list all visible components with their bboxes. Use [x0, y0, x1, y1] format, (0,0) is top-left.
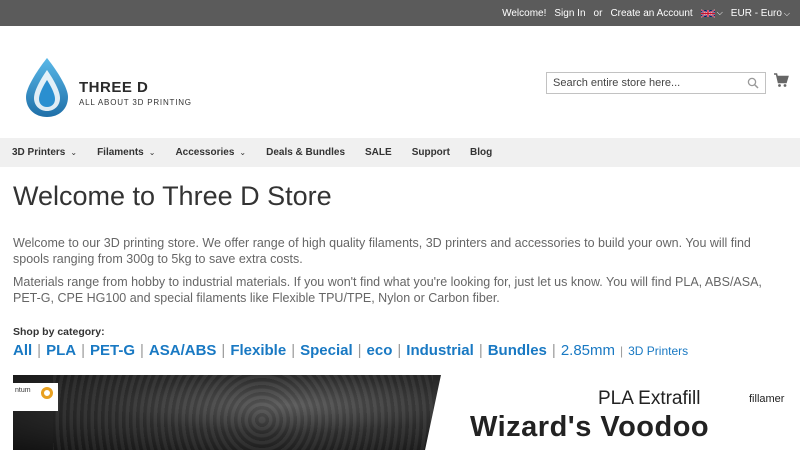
store-logo[interactable]: THREE D ALL ABOUT 3D PRINTING	[24, 56, 224, 126]
currency-label: EUR - Euro	[730, 7, 782, 19]
top-bar: Welcome! Sign In or Create an Account ⌵ …	[0, 0, 800, 26]
separator: |	[221, 342, 226, 359]
ring-icon	[41, 387, 53, 399]
category-link-eco[interactable]: eco	[367, 342, 393, 359]
category-link-all[interactable]: All	[13, 342, 32, 359]
search-icon[interactable]	[747, 77, 759, 89]
category-link-special[interactable]: Special	[300, 342, 353, 359]
nav-label: SALE	[365, 147, 392, 158]
banner-corner-logo: ntum	[13, 383, 58, 411]
cart-icon[interactable]	[773, 72, 789, 88]
brand-tagline: ALL ABOUT 3D PRINTING	[79, 98, 192, 107]
separator: |	[140, 342, 144, 359]
nav-item-filaments[interactable]: Filaments ⌄	[97, 147, 155, 158]
create-account-link[interactable]: Create an Account	[610, 8, 692, 19]
banner-corner-text: ntum	[15, 387, 31, 394]
or-text: or	[593, 7, 603, 19]
drop-logo-icon	[26, 58, 68, 117]
nav-item-3d-printers[interactable]: 3D Printers ⌄	[12, 147, 77, 158]
search-box	[546, 72, 766, 94]
chevron-down-icon: ⌵	[783, 8, 790, 18]
shop-by-category-label: Shop by category:	[13, 326, 105, 338]
category-link-bundles[interactable]: Bundles	[488, 342, 547, 359]
promo-banner[interactable]: ntum PLA Extrafill Wizard's Voodoo filla…	[13, 375, 800, 450]
nav-label: Blog	[470, 147, 493, 158]
nav-label: Support	[411, 147, 451, 158]
banner-brand: fillamer	[749, 393, 785, 405]
separator: |	[478, 342, 483, 359]
separator: |	[620, 344, 624, 358]
chevron-down-icon: ⌵	[716, 8, 723, 17]
currency-switcher[interactable]: EUR - Euro ⌵	[731, 8, 790, 19]
nav-item-blog[interactable]: Blog	[470, 147, 492, 158]
separator: |	[37, 342, 42, 359]
chevron-down-icon: ⌄	[148, 148, 156, 157]
banner-photo	[13, 375, 468, 450]
category-link-asa-abs[interactable]: ASA/ABS	[149, 342, 217, 359]
nav-label: Deals & Bundles	[266, 147, 346, 158]
nav-item-support[interactable]: Support	[412, 147, 450, 158]
page-title: Welcome to Three D Store	[13, 181, 332, 211]
header: THREE D ALL ABOUT 3D PRINTING	[0, 26, 800, 138]
chevron-down-icon: ⌄	[239, 148, 247, 157]
nav-item-sale[interactable]: SALE	[365, 147, 392, 158]
category-link-pet-g[interactable]: PET-G	[90, 342, 135, 359]
chevron-down-icon: ⌄	[70, 148, 78, 157]
nav-label: Filaments	[97, 147, 144, 158]
banner-line-1: PLA Extrafill	[598, 388, 701, 409]
intro-paragraph: Welcome to our 3D printing store. We off…	[13, 236, 751, 266]
separator: |	[291, 342, 296, 359]
category-link-2-85mm[interactable]: 2.85mm	[561, 342, 615, 359]
search-input[interactable]	[547, 73, 737, 93]
category-link-pla[interactable]: PLA	[46, 342, 76, 359]
category-link-industrial[interactable]: Industrial	[406, 342, 474, 359]
nav-label: 3D Printers	[12, 147, 66, 158]
welcome-text: Welcome!	[502, 7, 547, 19]
nav-item-deals-bundles[interactable]: Deals & Bundles	[266, 147, 345, 158]
separator: |	[357, 342, 362, 359]
separator: |	[551, 342, 556, 359]
banner-line-2: Wizard's Voodoo	[470, 411, 710, 443]
main-navigation: 3D Printers ⌄ Filaments ⌄ Accessories ⌄ Dea…	[0, 138, 800, 167]
nav-label: Accessories	[175, 147, 235, 158]
category-link-3d-printers[interactable]: 3D Printers	[628, 344, 688, 358]
sign-in-link[interactable]: Sign In	[554, 8, 585, 19]
brand-name: THREE D	[79, 79, 149, 96]
nav-item-accessories[interactable]: Accessories ⌄	[175, 147, 246, 158]
category-links: All | PLA | PET-G | ASA/ABS | Flexible | Special | e…	[13, 342, 688, 359]
uk-flag-icon	[700, 8, 715, 18]
materials-paragraph: Materials range from hobby to industrial…	[13, 275, 762, 305]
language-switcher[interactable]: ⌵	[700, 8, 723, 18]
separator: |	[81, 342, 85, 359]
category-link-flexible[interactable]: Flexible	[230, 342, 286, 359]
separator: |	[397, 342, 402, 359]
